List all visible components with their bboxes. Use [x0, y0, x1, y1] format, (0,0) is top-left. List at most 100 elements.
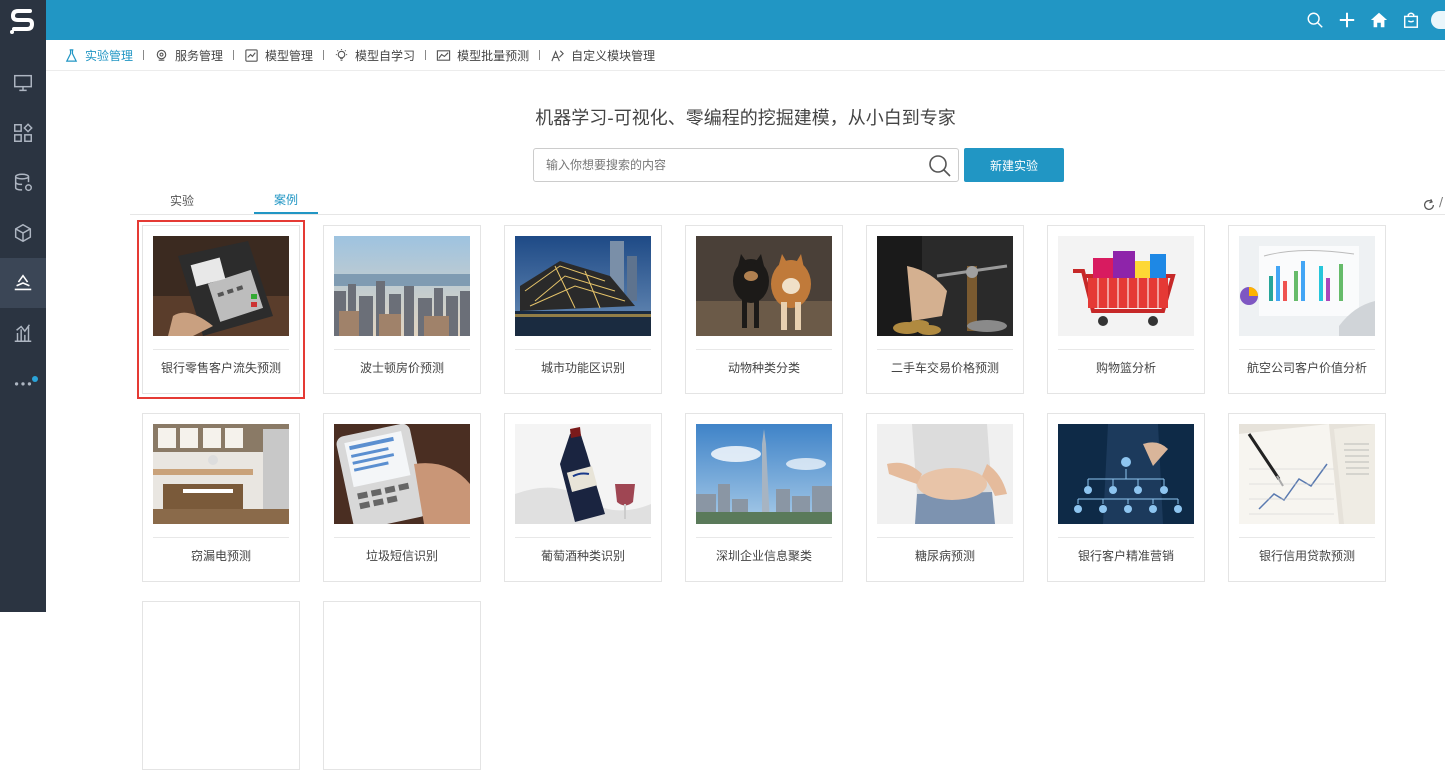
case-card[interactable]: 银行信用贷款预测	[1228, 413, 1386, 582]
case-thumbnail	[1058, 424, 1194, 524]
case-card[interactable]: 深圳企业信息聚类	[685, 413, 843, 582]
cube-icon	[14, 223, 32, 243]
case-card[interactable]: 垃圾短信识别	[323, 413, 481, 582]
page-headline: 机器学习-可视化、零编程的挖掘建模，从小白到专家	[535, 108, 956, 129]
logo-icon	[10, 9, 35, 34]
case-thumbnail	[515, 424, 651, 524]
sidebar-item-ml[interactable]	[0, 258, 46, 308]
refresh-icon[interactable]	[1422, 198, 1436, 212]
sidebar-item-more[interactable]	[0, 358, 46, 408]
flask-icon	[65, 48, 78, 62]
app-logo[interactable]	[0, 0, 46, 40]
case-thumbnail	[1239, 424, 1375, 524]
top-add-button[interactable]	[1331, 0, 1363, 40]
case-thumbnail	[877, 424, 1013, 524]
sidebar-item-database[interactable]	[0, 158, 46, 208]
card-divider	[1058, 349, 1194, 350]
case-card[interactable]: 城市功能区识别	[504, 225, 662, 394]
nav-divider	[323, 50, 325, 60]
monitor-icon	[14, 74, 32, 92]
case-title: 银行信用贷款预测	[1258, 549, 1355, 563]
top-home-button[interactable]	[1363, 0, 1395, 40]
more-icon	[14, 382, 32, 386]
case-card[interactable]	[142, 601, 300, 770]
top-bar	[46, 0, 1445, 40]
tab-experiments[interactable]: 实验	[150, 186, 214, 214]
case-title: 银行客户精准营销	[1077, 549, 1174, 563]
sidebar-item-chart[interactable]	[0, 308, 46, 358]
card-divider	[696, 349, 832, 350]
home-icon	[1370, 12, 1388, 28]
database-gear-icon	[14, 173, 32, 192]
case-title: 航空公司客户价值分析	[1246, 361, 1367, 375]
plus-icon	[1339, 12, 1355, 28]
case-thumbnail	[696, 236, 832, 336]
ml-active-icon	[14, 274, 32, 291]
search-icon[interactable]	[928, 154, 952, 178]
case-card[interactable]: 动物种类分类	[685, 225, 843, 394]
case-title: 葡萄酒种类识别	[540, 549, 625, 563]
case-thumbnail	[153, 236, 289, 336]
sidebar-item-monitor[interactable]	[0, 58, 46, 108]
case-title: 波士顿房价预测	[359, 361, 444, 375]
nav-divider	[143, 50, 145, 60]
top-search-button[interactable]	[1299, 0, 1331, 40]
nav-label: 服务管理	[175, 48, 224, 63]
nav-model-management[interactable]: 模型管理	[244, 47, 313, 64]
sidebar-item-apps[interactable]	[0, 108, 46, 158]
case-title: 深圳企业信息聚类	[715, 549, 812, 563]
content-tabs: 实验 案例	[150, 186, 358, 215]
case-card[interactable]: 银行客户精准营销	[1047, 413, 1205, 582]
case-card[interactable]: 航空公司客户价值分析	[1228, 225, 1386, 394]
case-thumbnail	[1239, 236, 1375, 336]
sidebar-item-cube[interactable]	[0, 208, 46, 258]
case-title: 糖尿病预测	[914, 549, 975, 563]
nav-batch-prediction[interactable]: 模型批量预测	[436, 47, 529, 64]
case-card[interactable]: 二手车交易价格预测	[866, 225, 1024, 394]
case-thumbnail	[334, 424, 470, 524]
bulb-icon	[335, 48, 348, 61]
case-card[interactable]: 糖尿病预测	[866, 413, 1024, 582]
case-card[interactable]: 葡萄酒种类识别	[504, 413, 662, 582]
case-thumbnail	[515, 236, 651, 336]
case-title: 城市功能区识别	[540, 361, 625, 375]
case-thumbnail	[1058, 236, 1194, 336]
apps-icon	[14, 123, 33, 142]
custom-module-icon	[551, 49, 564, 61]
search-input[interactable]	[534, 149, 914, 181]
top-bag-button[interactable]	[1395, 0, 1427, 40]
nav-custom-module-management[interactable]: 自定义模块管理	[550, 47, 655, 64]
nav-divider	[539, 50, 541, 60]
module-nav: 实验管理 服务管理 模型管理 模型自学习 模型批量预测 自定义模块管理	[46, 40, 1445, 71]
nav-label: 自定义模块管理	[571, 48, 656, 63]
model-icon	[245, 48, 258, 62]
search-box	[533, 148, 959, 182]
case-card[interactable]	[323, 601, 481, 770]
nav-label: 模型管理	[265, 48, 314, 63]
case-title: 银行零售客户流失预测	[160, 361, 281, 375]
card-divider	[153, 349, 289, 350]
left-sidebar	[0, 0, 46, 612]
case-title: 动物种类分类	[727, 361, 800, 375]
nav-experiment-management[interactable]: 实验管理	[64, 47, 133, 64]
case-card[interactable]: 窃漏电预测	[142, 413, 300, 582]
case-card[interactable]: 银行零售客户流失预测	[137, 220, 305, 399]
clipped-edge-text: /	[1439, 195, 1444, 209]
case-title: 二手车交易价格预测	[890, 361, 999, 375]
tab-cases[interactable]: 案例	[254, 186, 318, 214]
case-thumbnail	[334, 236, 470, 336]
notification-dot	[32, 376, 38, 382]
user-avatar[interactable]	[1431, 11, 1445, 29]
case-thumbnail	[696, 424, 832, 524]
case-card[interactable]: 购物篮分析	[1047, 225, 1205, 394]
tabs-divider	[130, 214, 1445, 215]
nav-service-management[interactable]: 服务管理	[154, 47, 223, 64]
case-card[interactable]: 波士顿房价预测	[323, 225, 481, 394]
card-divider	[153, 537, 289, 538]
case-title: 窃漏电预测	[190, 549, 251, 563]
nav-model-self-learning[interactable]: 模型自学习	[334, 47, 415, 64]
case-title: 购物篮分析	[1095, 361, 1156, 375]
bag-icon	[1403, 12, 1419, 28]
case-title: 垃圾短信识别	[365, 549, 438, 563]
new-experiment-button[interactable]: 新建实验	[964, 148, 1064, 182]
